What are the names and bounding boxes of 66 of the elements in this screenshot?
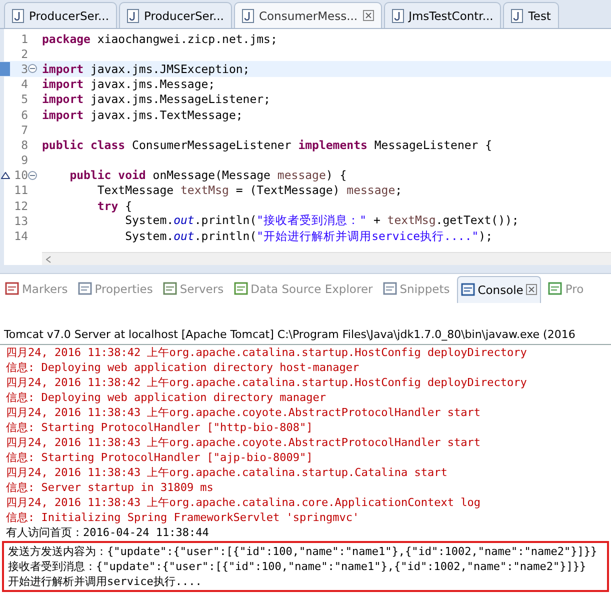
view-icon [5,282,19,296]
console-line: 信息: Initializing Spring FrameworkServlet 'springmvc' [5,510,360,525]
java-file-icon [242,8,254,22]
current-line-marker-icon [0,62,10,76]
code-line: public void onMessage(Message message) { [68,168,347,182]
code-line: import javax.jms.MessageListener; [42,92,270,106]
line-number: 12 [13,198,28,213]
close-icon[interactable] [362,10,374,21]
console-line: 接收者受到消息：{"update":{"user":[{"id":100,"name":"name1"},{"id":1002,"name":"name2"}]}} [7,559,588,574]
code-line: package xiaochangwei.zicp.net.jms; [42,32,278,46]
line-number: 13 [13,214,28,228]
view-icon [460,282,475,296]
line-number: 8 [20,138,28,152]
console-line: 四月24, 2016 11:38:43 上午org.apache.coyote.AbstractProtocolHandler start [5,405,482,420]
line-number: 7 [20,122,28,137]
code-line: public class ConsumerMessageListener implements MessageListener { [42,138,492,152]
console-line: 信息: Starting ProtocolHandler ["http-bio-808"] [5,420,314,435]
line-number: 2 [20,46,28,61]
line-number: 14 [13,229,28,244]
editor-tab[interactable]: ConsumerMess... [234,2,382,28]
console-line: 开始进行解析并调用service执行.... [7,574,203,589]
console-line: 信息: Deploying web application directory manager [5,390,328,405]
code-line: import javax.jms.Message; [42,77,216,92]
console-line: 信息: Deploying web application directory host-manager [5,360,360,375]
console-line: 四月24, 2016 11:38:43 上午org.apache.catalina.core.ApplicationContext log [5,495,482,510]
java-file-icon [392,8,404,22]
view-icon [382,282,397,296]
editor-tab[interactable]: JmsTestContr... [384,2,502,28]
line-number: 10 [13,168,28,182]
view-tab[interactable]: Console [456,276,542,302]
view-icon [548,282,562,296]
console-line: 有人访问首页：2016-04-24 11:38:44 [5,525,210,540]
fold-icon[interactable] [28,170,37,180]
console-line: 四月24, 2016 11:38:42 上午org.apache.catalina.startup.HostConfig deployDirectory [5,345,528,360]
java-file-icon [12,8,24,22]
console-line: 四月24, 2016 11:38:43 上午org.apache.coyote.AbstractProtocolHandler start [5,435,482,450]
scroll-left-icon[interactable] [46,256,51,262]
line-number: 4 [20,77,28,92]
code-line: TextMessage textMsg = (TextMessage) message; [96,183,402,198]
line-number: 1 [20,32,28,46]
view-icon [162,282,177,296]
line-number: 5 [20,92,28,106]
line-number: 9 [20,153,28,168]
view-icon [78,282,92,296]
editor-tab[interactable]: Test [503,2,559,28]
line-number: 6 [20,108,28,122]
code-line: System.out.println("接收者受到消息：" + textMsg.getText()); [124,213,519,228]
console-title: Tomcat v7.0 Server at localhost [Apache Tomcat] C:\Program Files\Java\jdk1.7.0_80\bin\javaw.exe (2016 [0,324,611,345]
code-line: import javax.jms.JMSException; [42,62,250,76]
console-line: 信息: Starting ProtocolHandler ["ajp-bio-8009"] [5,450,314,465]
java-file-icon [511,8,524,22]
editor-tab[interactable]: ProducerSer... [4,2,117,28]
editor-tab[interactable]: ProducerSer... [118,2,232,28]
code-line: import javax.jms.TextMessage; [42,108,243,122]
line-number: 3 [20,62,28,76]
console-line: 发送方发送内容为：{"update":{"user":[{"id":100,"name":"name1"},{"id":1002,"name":"name2"}]}} [7,544,598,559]
fold-icon[interactable] [28,64,37,74]
code-line: System.out.println("开始进行解析并调用service执行...."); [124,228,493,244]
console-line: 四月24, 2016 11:38:43 上午org.apache.catalina.startup.Catalina start [5,465,448,480]
console-line: 四月24, 2016 11:38:42 上午org.apache.catalina.startup.HostConfig deployDirectory [5,375,528,390]
console-line: 信息: Server startup in 31809 ms [5,480,214,495]
close-icon[interactable] [526,284,538,295]
java-file-icon [126,8,139,22]
view-icon [234,282,248,296]
code-line: try { [96,198,132,213]
line-number: 11 [13,183,28,198]
